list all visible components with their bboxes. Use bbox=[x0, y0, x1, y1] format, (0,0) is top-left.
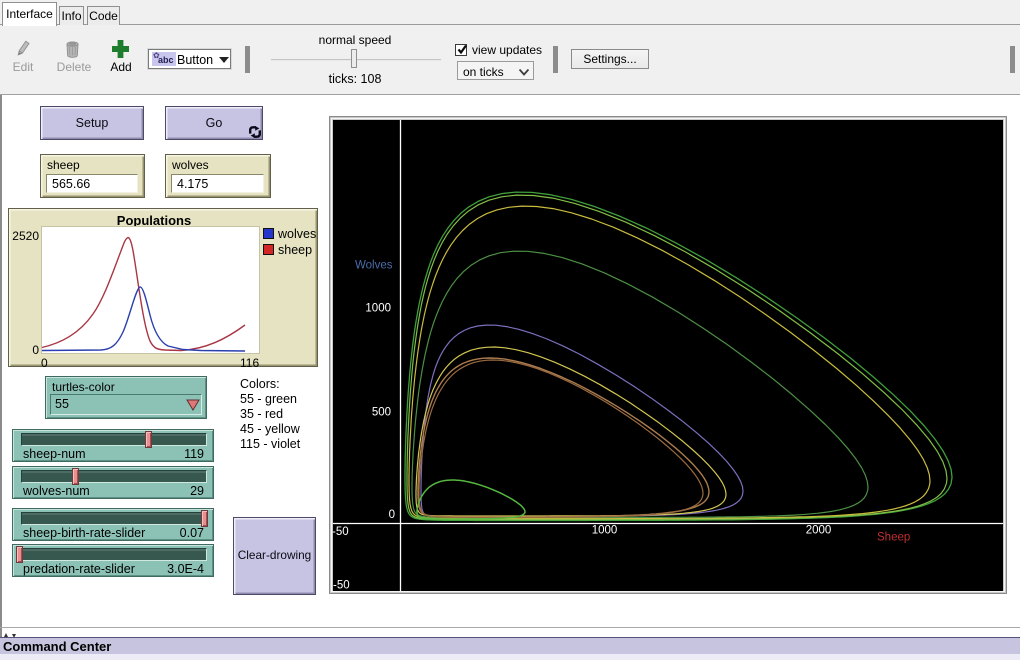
svg-text:0: 0 bbox=[389, 509, 395, 521]
svg-text:2000: 2000 bbox=[806, 525, 832, 537]
svg-text:-50: -50 bbox=[333, 580, 350, 592]
svg-text:Wolves: Wolves bbox=[355, 260, 393, 272]
svg-text:1000: 1000 bbox=[592, 525, 618, 537]
svg-text:1000: 1000 bbox=[365, 303, 391, 315]
svg-text:500: 500 bbox=[372, 407, 391, 419]
svg-text:Sheep: Sheep bbox=[877, 532, 910, 544]
svg-text:-50: -50 bbox=[332, 526, 349, 538]
